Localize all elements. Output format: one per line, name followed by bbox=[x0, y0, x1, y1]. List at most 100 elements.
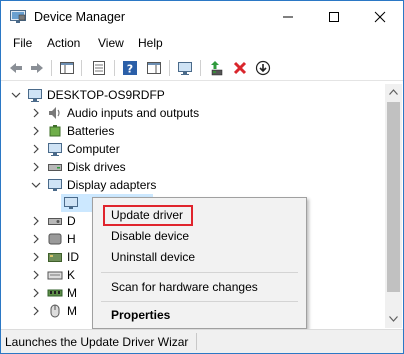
forward-button[interactable] bbox=[27, 58, 47, 78]
hid-icon bbox=[48, 233, 62, 245]
tree-root[interactable]: DESKTOP-OS9RDFP bbox=[1, 86, 385, 104]
tree-item-label: Audio inputs and outputs bbox=[67, 106, 200, 120]
menu-view[interactable]: View bbox=[98, 36, 124, 50]
svg-text:?: ? bbox=[127, 63, 133, 76]
battery-icon bbox=[49, 125, 61, 137]
scroll-up-button[interactable] bbox=[385, 84, 402, 101]
chevron-right-icon[interactable] bbox=[31, 108, 41, 118]
close-button[interactable] bbox=[357, 1, 403, 33]
context-item-label: Scan for hardware changes bbox=[111, 280, 258, 294]
menu-bar: File Action View Help bbox=[1, 34, 403, 54]
chevron-right-icon[interactable] bbox=[31, 144, 41, 154]
uninstall-x-icon bbox=[233, 61, 247, 75]
update-driver-icon bbox=[211, 61, 223, 76]
tree-item-batteries[interactable]: Batteries bbox=[1, 122, 385, 140]
tree-item-audio[interactable]: Audio inputs and outputs bbox=[1, 104, 385, 122]
window-title: Device Manager bbox=[34, 10, 126, 24]
highlight-box bbox=[103, 205, 193, 226]
menu-file[interactable]: File bbox=[13, 36, 32, 50]
help-button[interactable]: ? bbox=[120, 58, 140, 78]
scan-monitor-button[interactable] bbox=[175, 58, 195, 78]
monitor-icon bbox=[178, 62, 192, 75]
properties-button[interactable] bbox=[89, 58, 109, 78]
context-separator bbox=[101, 301, 298, 302]
context-menu: Update driver Disable device Uninstall d… bbox=[92, 197, 307, 329]
tree-item-disk-drives[interactable]: Disk drives bbox=[1, 158, 385, 176]
chevron-right-icon[interactable] bbox=[31, 216, 41, 226]
tree-item-label: Display adapters bbox=[67, 178, 157, 192]
properties-icon bbox=[93, 61, 105, 75]
context-item-label: Disable device bbox=[111, 229, 190, 243]
context-disable-device[interactable]: Disable device bbox=[93, 225, 306, 247]
download-circle-icon bbox=[255, 60, 271, 76]
memory-icon bbox=[47, 289, 63, 297]
status-bar: Launches the Update Driver Wizar bbox=[1, 329, 403, 353]
context-properties[interactable]: Properties bbox=[93, 304, 306, 326]
toolbar-separator bbox=[114, 60, 115, 76]
status-text: Launches the Update Driver Wizar bbox=[5, 335, 189, 349]
title-bar[interactable]: Device Manager bbox=[1, 1, 403, 33]
chevron-right-icon[interactable] bbox=[31, 306, 41, 316]
computer-icon bbox=[48, 143, 62, 156]
dvd-drive-icon bbox=[48, 218, 62, 225]
update-driver-button[interactable] bbox=[207, 58, 227, 78]
menu-help[interactable]: Help bbox=[138, 36, 163, 50]
chevron-right-icon[interactable] bbox=[31, 270, 41, 280]
action-pane-button[interactable] bbox=[144, 58, 164, 78]
back-arrow-icon bbox=[10, 63, 22, 73]
tree-item-label: Disk drives bbox=[67, 160, 126, 174]
context-scan-hardware[interactable]: Scan for hardware changes bbox=[93, 276, 306, 298]
chevron-right-icon[interactable] bbox=[31, 162, 41, 172]
display-adapter-icon bbox=[64, 197, 78, 209]
vertical-scrollbar[interactable] bbox=[385, 84, 402, 328]
device-manager-window: Device Manager File Action View Help ? D… bbox=[0, 0, 404, 354]
enable-device-button[interactable] bbox=[253, 58, 273, 78]
maximize-button[interactable] bbox=[311, 1, 357, 33]
menu-action[interactable]: Action bbox=[47, 36, 80, 50]
tree-item-label: H bbox=[67, 232, 76, 246]
toolbar-separator bbox=[51, 60, 52, 76]
status-divider bbox=[196, 333, 197, 350]
speaker-icon bbox=[49, 107, 60, 119]
computer-icon bbox=[28, 89, 42, 102]
tree-item-computer[interactable]: Computer bbox=[1, 140, 385, 158]
context-item-label: Uninstall device bbox=[111, 250, 196, 264]
scroll-thumb[interactable] bbox=[387, 102, 400, 292]
uninstall-button[interactable] bbox=[230, 58, 250, 78]
show-hide-console-tree-button[interactable] bbox=[57, 58, 77, 78]
context-uninstall-device[interactable]: Uninstall device bbox=[93, 246, 306, 268]
minimize-button[interactable] bbox=[265, 1, 311, 33]
chevron-right-icon[interactable] bbox=[31, 234, 41, 244]
tree-root-label: DESKTOP-OS9RDFP bbox=[47, 88, 165, 102]
scroll-up-icon bbox=[389, 89, 398, 95]
tree-item-label: ID bbox=[67, 250, 79, 264]
tree-item-label: Batteries bbox=[67, 124, 115, 138]
toolbar-separator bbox=[169, 60, 170, 76]
chevron-right-icon[interactable] bbox=[31, 288, 41, 298]
tree-item-display-adapters[interactable]: Display adapters bbox=[1, 176, 385, 194]
back-button[interactable] bbox=[6, 58, 26, 78]
action-pane-icon bbox=[147, 62, 161, 74]
tree-item-label: Computer bbox=[67, 142, 120, 156]
mouse-icon bbox=[50, 304, 60, 318]
context-separator bbox=[101, 272, 298, 273]
chevron-down-icon[interactable] bbox=[31, 180, 41, 190]
maximize-icon bbox=[329, 12, 339, 22]
chevron-right-icon[interactable] bbox=[31, 126, 41, 136]
minimize-icon bbox=[283, 16, 293, 18]
help-icon: ? bbox=[123, 61, 137, 76]
scroll-down-icon bbox=[389, 316, 398, 322]
keyboard-icon bbox=[47, 271, 63, 280]
ide-controller-icon bbox=[48, 253, 62, 262]
device-manager-app-icon bbox=[10, 10, 26, 24]
scroll-down-button[interactable] bbox=[385, 311, 402, 328]
forward-arrow-icon bbox=[31, 63, 43, 73]
disk-drive-icon bbox=[48, 164, 62, 171]
tree-item-label: M bbox=[67, 304, 77, 318]
close-icon bbox=[374, 11, 386, 23]
context-item-label: Properties bbox=[111, 308, 171, 322]
chevron-right-icon[interactable] bbox=[31, 252, 41, 262]
tree-item-label: K bbox=[67, 268, 76, 282]
tree-item-label: M bbox=[67, 286, 77, 300]
chevron-down-icon[interactable] bbox=[11, 90, 21, 100]
